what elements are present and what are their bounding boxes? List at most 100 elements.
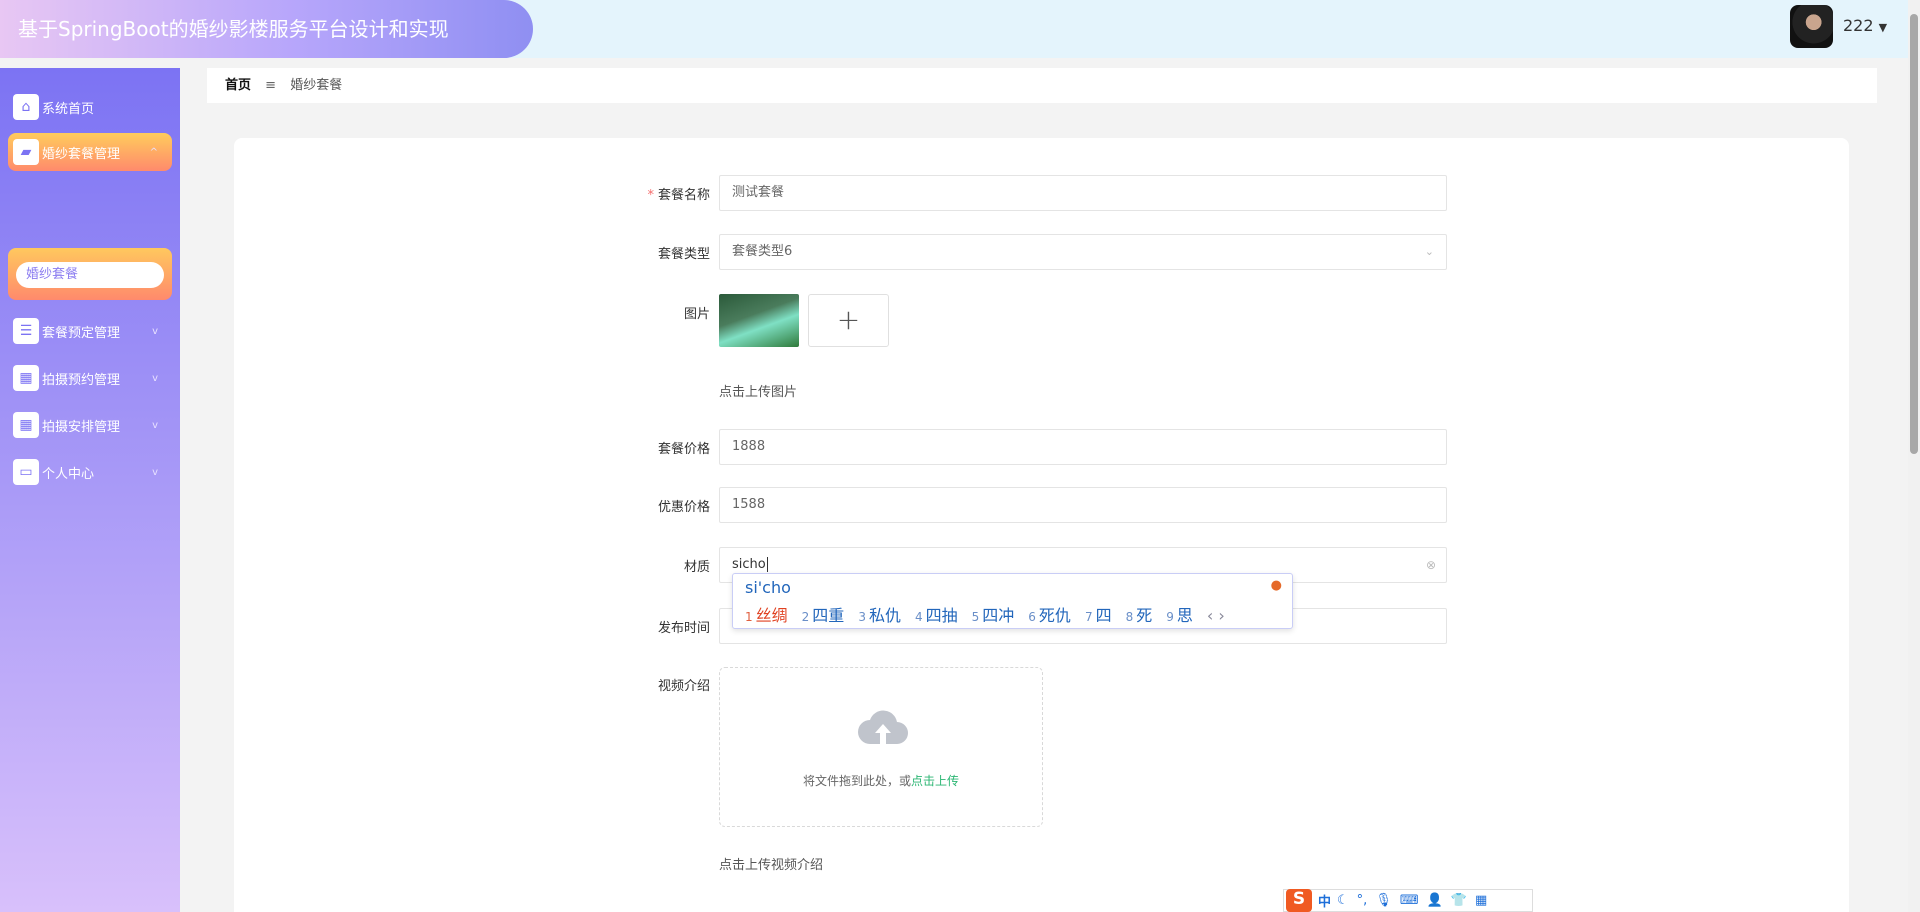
username: 222 — [1843, 16, 1874, 35]
wallet-icon: ▰ — [13, 139, 39, 165]
chevron-down-icon: v — [152, 372, 158, 384]
chevron-down-icon: v — [152, 466, 158, 478]
publish-time-label: 发布时间 — [657, 621, 710, 636]
ime-candidate[interactable]: 7四 — [1085, 606, 1112, 625]
candidate-number: 8 — [1125, 610, 1134, 624]
label-text: 套餐名称 — [657, 188, 710, 203]
candidate-text: 死 — [1136, 606, 1153, 625]
submenu: 婚纱套餐 — [8, 248, 172, 300]
sidebar-item-label: 拍摄安排管理 — [42, 419, 121, 435]
cloud-upload-icon — [858, 710, 908, 744]
image-upload-hint: 点击上传图片 — [719, 385, 798, 400]
chevron-down-icon: v — [152, 325, 158, 337]
ime-candidate[interactable]: 3 私仇 — [858, 606, 901, 625]
app-title: 基于SpringBoot的婚纱影楼服务平台设计和实现 — [0, 0, 533, 58]
candidate-text: 四冲 — [982, 606, 1015, 625]
package-type-select[interactable]: 套餐类型6 ⌄ — [719, 234, 1447, 270]
chevron-up-icon: ^ — [149, 146, 158, 158]
name-label: * 套餐名称 — [560, 184, 710, 203]
ime-toolbar-icon[interactable]: ☾ — [1337, 893, 1349, 908]
sidebar-item-label: 拍摄预约管理 — [42, 372, 121, 388]
candidate-text: 死仇 — [1038, 606, 1071, 625]
required-mark: * — [647, 188, 654, 203]
drop-text: 将文件拖到此处，或 — [802, 774, 911, 788]
sidebar-item-label: 系统首页 — [42, 101, 95, 117]
candidate-number: 2 — [801, 610, 810, 624]
ime-candidates: 1 丝绸 2 四重 3 私仇 4 四抽 5 四冲 6 死仇 7 四 8 死 9 思 ‹ › — [745, 602, 1239, 626]
candidate-text: 四重 — [812, 606, 845, 625]
type-label: 套餐类型 — [657, 247, 710, 262]
image-label: 图片 — [683, 307, 710, 322]
sidebar-item-booking-mgmt[interactable]: ☰ 套餐预定管理 v — [8, 312, 172, 350]
sidebar-item-label: 套餐预定管理 — [42, 325, 121, 341]
candidate-text: 四 — [1095, 606, 1112, 625]
ime-toolbar-icon[interactable]: 🎙 — [1375, 893, 1392, 908]
ime-candidate[interactable]: 8死 — [1126, 606, 1153, 625]
caret-down-icon: ▼ — [1878, 21, 1888, 34]
video-label: 视频介绍 — [657, 679, 710, 694]
discount-label: 优惠价格 — [657, 500, 710, 515]
ime-candidate[interactable]: 1 丝绸 — [745, 606, 788, 625]
sogou-ime-toolbar: S 中 ☾ °, 🎙 ⌨ 👤 👕 ▦ — [1283, 889, 1533, 912]
avatar[interactable] — [1790, 5, 1833, 48]
add-image-button[interactable]: + — [808, 294, 889, 347]
ime-candidate[interactable]: 5 四冲 — [972, 606, 1015, 625]
candidate-text: 丝绸 — [755, 606, 788, 625]
ime-page-nav[interactable]: ‹ › — [1207, 606, 1225, 625]
sidebar-item-label: 个人中心 — [42, 466, 95, 482]
ime-candidate-popup: si'cho 1 丝绸 2 四重 3 私仇 4 四抽 5 四冲 6 死仇 7 四 8 死 9 思 ‹ › ● — [732, 573, 1293, 629]
discount-price-input[interactable]: 1588 — [719, 487, 1447, 523]
page-scrollbar[interactable] — [1908, 0, 1920, 912]
grid-icon: ▦ — [13, 412, 39, 438]
candidate-number: 5 — [971, 610, 980, 624]
candidate-text: 私仇 — [868, 606, 901, 625]
candidate-number: 9 — [1166, 610, 1174, 624]
package-name-input[interactable]: 测试套餐 — [719, 175, 1447, 211]
package-price-input[interactable]: 1888 — [719, 429, 1447, 465]
ime-candidate[interactable]: 4 四抽 — [915, 606, 958, 625]
ime-toolbar-icon[interactable]: 👕 — [1451, 893, 1467, 908]
ime-toolbar-icon[interactable]: °, — [1357, 893, 1368, 908]
sogou-logo-icon[interactable]: S — [1286, 889, 1312, 912]
breadcrumb: 首页 ≡ 婚纱套餐 — [207, 68, 1877, 103]
material-label: 材质 — [683, 560, 710, 575]
sogou-mascot-icon: ● — [1270, 578, 1282, 593]
candidate-text: 四抽 — [925, 606, 958, 625]
ime-mode-toggle[interactable]: 中 — [1318, 891, 1331, 910]
ime-toolbar-icon[interactable]: ▦ — [1475, 893, 1487, 908]
home-icon: ⌂ — [13, 94, 39, 120]
uploaded-image-thumbnail[interactable] — [719, 294, 799, 347]
ime-toolbar-icon[interactable]: ⌨ — [1400, 893, 1419, 908]
breadcrumb-current: 婚纱套餐 — [290, 78, 343, 93]
sidebar-item-profile[interactable]: ▭ 个人中心 v — [8, 453, 172, 491]
sidebar-item-home[interactable]: ⌂ 系统首页 — [8, 88, 172, 126]
video-upload-hint: 点击上传视频介绍 — [719, 858, 824, 873]
chevron-down-icon: ⌄ — [1424, 245, 1434, 258]
user-menu[interactable]: 222 ▼ — [1843, 16, 1887, 35]
candidate-number: 3 — [858, 610, 866, 624]
sidebar-item-package-mgmt[interactable]: ▰ 婚纱套餐管理 ^ — [8, 133, 172, 171]
card-icon: ▭ — [13, 459, 39, 485]
scrollbar-thumb[interactable] — [1910, 14, 1918, 454]
candidate-number: 4 — [914, 610, 923, 624]
list-icon: ☰ — [13, 318, 39, 344]
video-dropzone[interactable]: 将文件拖到此处，或点击上传 — [719, 667, 1043, 827]
dropzone-text: 将文件拖到此处，或点击上传 — [720, 772, 1042, 789]
ime-candidate[interactable]: 2 四重 — [802, 606, 845, 625]
ime-toolbar-icon[interactable]: 👤 — [1427, 893, 1443, 908]
sidebar-subitem-package[interactable]: 婚纱套餐 — [16, 262, 164, 288]
candidate-text: 思 — [1176, 606, 1193, 625]
click-upload-link[interactable]: 点击上传 — [911, 774, 959, 788]
sidebar-item-shoot-appointment[interactable]: ▦ 拍摄预约管理 v — [8, 359, 172, 397]
ime-candidate[interactable]: 9思 — [1166, 606, 1193, 625]
sidebar-item-shoot-schedule[interactable]: ▦ 拍摄安排管理 v — [8, 406, 172, 444]
chevron-down-icon: v — [152, 419, 158, 431]
top-header: 基于SpringBoot的婚纱影楼服务平台设计和实现 222 ▼ — [0, 0, 1908, 58]
ime-candidate[interactable]: 6 死仇 — [1028, 606, 1071, 625]
select-value: 套餐类型6 — [732, 244, 793, 259]
candidate-number: 6 — [1028, 610, 1036, 624]
clear-icon[interactable]: ⊗ — [1426, 548, 1436, 582]
grid-icon: ▦ — [13, 365, 39, 391]
breadcrumb-home[interactable]: 首页 — [225, 78, 251, 93]
price-label: 套餐价格 — [657, 442, 710, 457]
